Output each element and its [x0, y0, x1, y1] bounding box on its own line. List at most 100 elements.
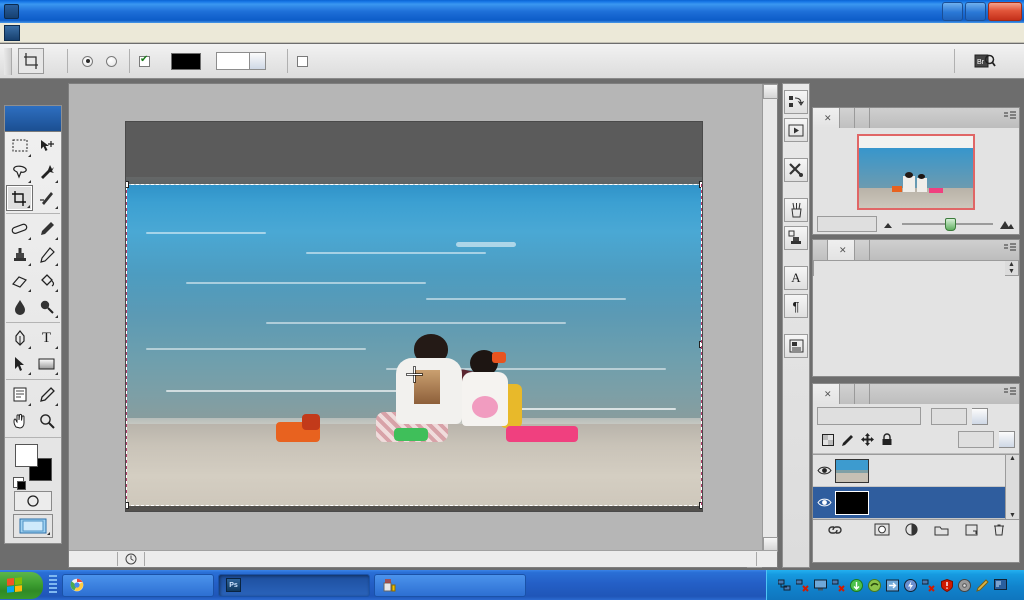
menu-layer[interactable]	[65, 31, 79, 35]
menu-view[interactable]	[121, 31, 135, 35]
monitor-icon[interactable]	[813, 578, 828, 593]
screen-mode-button[interactable]	[13, 514, 53, 538]
opacity-stepper[interactable]	[250, 52, 266, 70]
tab-histogram[interactable]	[839, 108, 855, 128]
zoom-out-icon[interactable]	[883, 220, 896, 229]
taskbar-item-chrome[interactable]	[62, 573, 214, 597]
cancel-crop-button[interactable]	[881, 50, 903, 72]
menu-help[interactable]	[149, 31, 163, 35]
layer-comps-panel-icon[interactable]	[784, 334, 808, 358]
eyedropper-tool[interactable]	[33, 382, 60, 408]
lasso-tool[interactable]	[6, 159, 33, 185]
tab-styles[interactable]: ✕	[828, 240, 855, 260]
quick-mask-button[interactable]	[14, 491, 52, 511]
go-to-bridge-button[interactable]: Br	[974, 50, 996, 72]
styles-scrollbar[interactable]: ▲ ▼	[1005, 260, 1019, 276]
workspace-button[interactable]	[1006, 59, 1018, 63]
layers-scroll-down-icon[interactable]: ▼	[1009, 512, 1016, 519]
layer-opacity-stepper[interactable]	[972, 407, 988, 425]
navigator-zoom-slider[interactable]	[902, 217, 993, 231]
green-updater-icon[interactable]	[849, 578, 864, 593]
tool-presets-panel-icon[interactable]	[784, 158, 808, 182]
lock-position-icon[interactable]	[861, 433, 874, 446]
scroll-up-button[interactable]	[763, 84, 778, 99]
character-panel-icon[interactable]: A	[784, 266, 808, 290]
navigator-panel-menu-icon[interactable]	[1004, 111, 1016, 121]
crop-tool[interactable]	[6, 185, 33, 211]
power-icon[interactable]	[903, 578, 918, 593]
clone-source-panel-icon[interactable]	[784, 226, 808, 250]
crop-tool-icon[interactable]	[18, 48, 44, 74]
table-row[interactable]	[813, 455, 1005, 487]
image-canvas[interactable]	[125, 121, 703, 512]
menu-filter[interactable]	[93, 31, 107, 35]
styles-panel-menu-icon[interactable]	[1004, 243, 1016, 253]
tab-layers[interactable]: ✕	[813, 384, 840, 404]
brushes-panel-icon[interactable]	[784, 198, 808, 222]
crop-handle-bottom-right[interactable]	[699, 502, 702, 509]
new-group-button[interactable]	[934, 524, 949, 536]
menu-edit[interactable]	[37, 31, 51, 35]
start-button[interactable]	[0, 571, 43, 599]
restore-button[interactable]	[965, 2, 986, 21]
minimize-button[interactable]	[942, 2, 963, 21]
lock-transparent-pixels-icon[interactable]	[822, 433, 834, 446]
blend-mode-select[interactable]	[817, 407, 921, 425]
layer-thumbnail[interactable]	[835, 490, 869, 515]
magic-wand-tool[interactable]	[33, 159, 60, 185]
foreground-color-swatch[interactable]	[15, 444, 38, 467]
crop-handle-middle-right[interactable]	[699, 341, 702, 348]
brush-tool[interactable]	[33, 216, 60, 242]
delete-radio[interactable]	[82, 55, 96, 67]
crop-selection-rectangle[interactable]	[126, 181, 702, 509]
clone-stamp-tool[interactable]	[6, 242, 33, 268]
history-brush-tool[interactable]	[33, 242, 60, 268]
eraser-tool[interactable]	[6, 268, 33, 294]
navigator-thumbnail-wrap[interactable]	[813, 128, 1019, 214]
lock-all-icon[interactable]	[881, 433, 893, 446]
navigator-zoom-input[interactable]	[817, 216, 877, 232]
adjustment-layer-button[interactable]	[905, 523, 919, 536]
taskbar-item-paint[interactable]	[374, 573, 526, 597]
shape-tool[interactable]	[33, 351, 60, 377]
table-row[interactable]	[813, 487, 1005, 519]
layer-thumbnail[interactable]	[835, 458, 869, 483]
shield-checkbox[interactable]	[139, 54, 154, 67]
paint-bucket-tool[interactable]	[33, 268, 60, 294]
delete-layer-button[interactable]	[993, 523, 1005, 536]
layer-fill-input[interactable]	[958, 431, 994, 448]
dodge-tool[interactable]	[33, 294, 60, 320]
tab-color[interactable]	[813, 240, 828, 260]
taskbar-item-photoshop[interactable]: Ps	[218, 573, 370, 597]
layers-panel-menu-icon[interactable]	[1004, 387, 1016, 397]
disc-icon[interactable]	[957, 578, 972, 593]
crop-handle-bottom-left[interactable]	[126, 502, 129, 509]
menu-file[interactable]	[23, 31, 37, 35]
toolbox-header[interactable]	[5, 106, 61, 132]
security-alert-icon[interactable]	[939, 578, 954, 593]
sync-icon[interactable]	[867, 578, 882, 593]
options-bar-grip[interactable]	[4, 47, 12, 75]
layers-scrollbar[interactable]: ▲ ▼	[1005, 454, 1019, 520]
tab-navigator-close-icon[interactable]: ✕	[824, 113, 832, 124]
menu-image[interactable]	[51, 31, 65, 35]
actions-panel-icon[interactable]	[784, 118, 808, 142]
history-panel-icon[interactable]	[784, 90, 808, 114]
menu-window[interactable]	[135, 31, 149, 35]
layer-fill-stepper[interactable]	[999, 431, 1015, 448]
pen-tool[interactable]	[6, 325, 33, 351]
perspective-checkbox[interactable]	[297, 55, 312, 67]
transfer-icon[interactable]	[885, 578, 900, 593]
blur-tool[interactable]	[6, 294, 33, 320]
styles-scroll-up-icon[interactable]: ▲	[1008, 261, 1015, 268]
crop-handle-top-left[interactable]	[126, 181, 129, 188]
layer-visibility-toggle[interactable]	[813, 497, 835, 508]
navigator-thumbnail[interactable]	[857, 134, 975, 210]
lock-image-pixels-icon[interactable]	[841, 434, 854, 446]
menu-select[interactable]	[79, 31, 93, 35]
display-icon[interactable]	[993, 578, 1008, 593]
hand-tool[interactable]	[6, 408, 33, 434]
new-layer-button[interactable]	[965, 524, 978, 536]
commit-crop-button[interactable]	[913, 50, 935, 72]
opacity-input[interactable]	[216, 52, 250, 70]
